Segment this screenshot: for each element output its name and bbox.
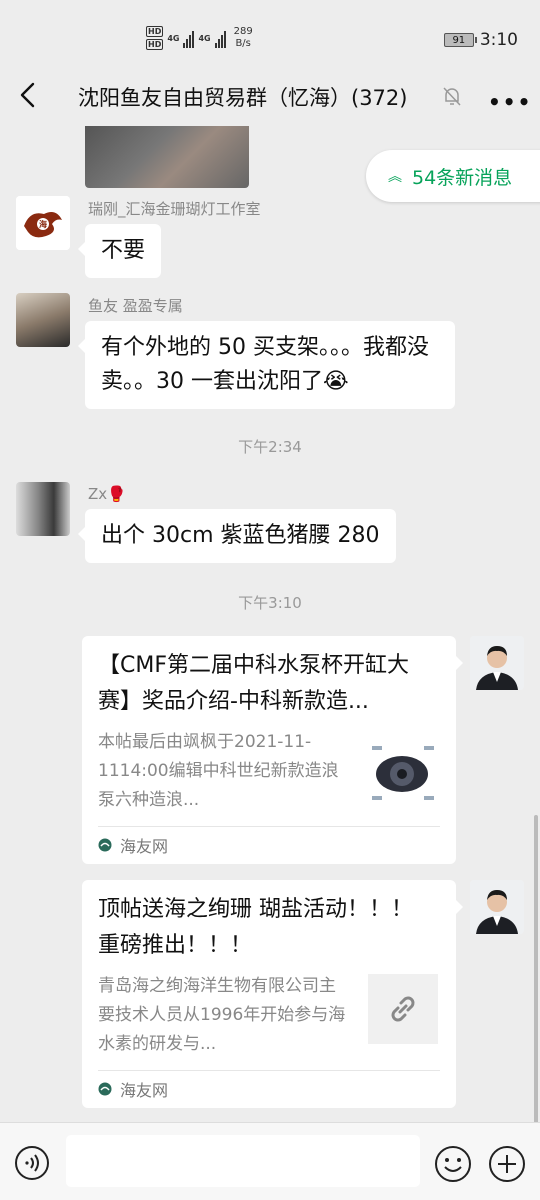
avatar[interactable] [16, 482, 70, 536]
hd-badge: HD [146, 39, 164, 50]
card-title: 【CMF第二届中科水泵杯开缸大赛】奖品介绍-中科新款造... [98, 653, 409, 714]
back-arrow-icon[interactable] [14, 80, 44, 110]
mute-bell-icon [443, 87, 461, 106]
battery-level: 91 [452, 34, 466, 46]
avatar[interactable] [470, 636, 524, 690]
message-input[interactable] [66, 1135, 420, 1187]
battery-icon: 91 [443, 33, 477, 47]
svg-text:海: 海 [39, 219, 47, 229]
network-type: 4G [198, 33, 211, 43]
network-speed: 289 B/s [233, 26, 253, 49]
input-bar [0, 1122, 540, 1200]
network-indicators: HD HD 4G 4G 289 B/s [146, 26, 253, 50]
voice-input-icon[interactable] [14, 1145, 50, 1181]
avatar[interactable] [470, 880, 524, 934]
sender-name: Zx🥊 [88, 485, 126, 503]
link-card[interactable]: 【CMF第二届中科水泵杯开缸大赛】奖品介绍-中科新款造... 本帖最后由飒枫于2… [82, 636, 463, 864]
title-bar: 沈阳鱼友自由贸易群（忆海）(372) ••• [0, 74, 540, 118]
emoji-icon[interactable] [434, 1145, 472, 1183]
chat-area[interactable]: ︽ 54条新消息 海 瑞刚_汇海金珊瑚灯工作室 不要 鱼友 盈盈专属 有个外地的… [0, 118, 540, 1122]
pump-thumbnail [368, 738, 438, 808]
timestamp: 下午3:10 [238, 594, 302, 612]
plus-icon[interactable] [488, 1145, 526, 1183]
message-bubble[interactable]: 有个外地的 50 买支架。。。我都没卖。。30 一套出沈阳了😭 [78, 321, 455, 409]
scrollbar[interactable] [534, 815, 538, 1125]
card-footer: 海友网 [98, 1070, 440, 1106]
signal-icon [183, 28, 195, 48]
chat-title: 沈阳鱼友自由贸易群（忆海）(372) [78, 86, 408, 110]
card-footer: 海友网 [98, 826, 440, 862]
card-title: 顶帖送海之绚珊 瑚盐活动！！！ 重磅推出！！！ [98, 897, 413, 958]
double-chevron-up-icon: ︽ [388, 169, 402, 185]
new-messages-button[interactable]: ︽ 54条新消息 [366, 150, 540, 202]
new-messages-label: 54条新消息 [412, 166, 513, 189]
card-description: 本帖最后由飒枫于2021-11-1114:00编辑中科世纪新款造浪泵六种造浪..… [98, 732, 339, 810]
timestamp: 下午2:34 [238, 438, 302, 456]
avatar[interactable]: 海 [16, 196, 70, 250]
signal-icon [214, 28, 226, 48]
avatar[interactable] [16, 293, 70, 347]
sender-name: 鱼友 盈盈专属 [88, 297, 183, 315]
network-type: 4G [167, 33, 180, 43]
link-icon [368, 974, 438, 1044]
more-options-icon[interactable]: ••• [488, 90, 532, 114]
clock: 3:10 [479, 30, 518, 50]
message-bubble[interactable]: 不要 [77, 224, 162, 278]
card-description: 青岛海之绚海洋生物有限公司主要技术人员从1996年开始参与海水素的研发与... [98, 976, 346, 1054]
hd-badge: HD [146, 26, 164, 37]
link-card[interactable]: 顶帖送海之绚珊 瑚盐活动！！！ 重磅推出！！！ 青岛海之绚海洋生物有限公司主要技… [82, 880, 463, 1108]
source-logo-icon [98, 1082, 112, 1095]
image-message[interactable] [85, 126, 249, 188]
message-bubble[interactable]: 出个 30cm 紫蓝色猪腰 280 [78, 509, 396, 563]
sender-name: 瑞刚_汇海金珊瑚灯工作室 [88, 200, 261, 218]
card-source: 海友网 [120, 1080, 169, 1100]
source-logo-icon [98, 838, 112, 851]
status-bar: HD HD 4G 4G 289 B/s 91 3:10 [0, 0, 540, 74]
card-source: 海友网 [120, 836, 169, 856]
dragon-logo-icon: 海 [16, 196, 70, 250]
